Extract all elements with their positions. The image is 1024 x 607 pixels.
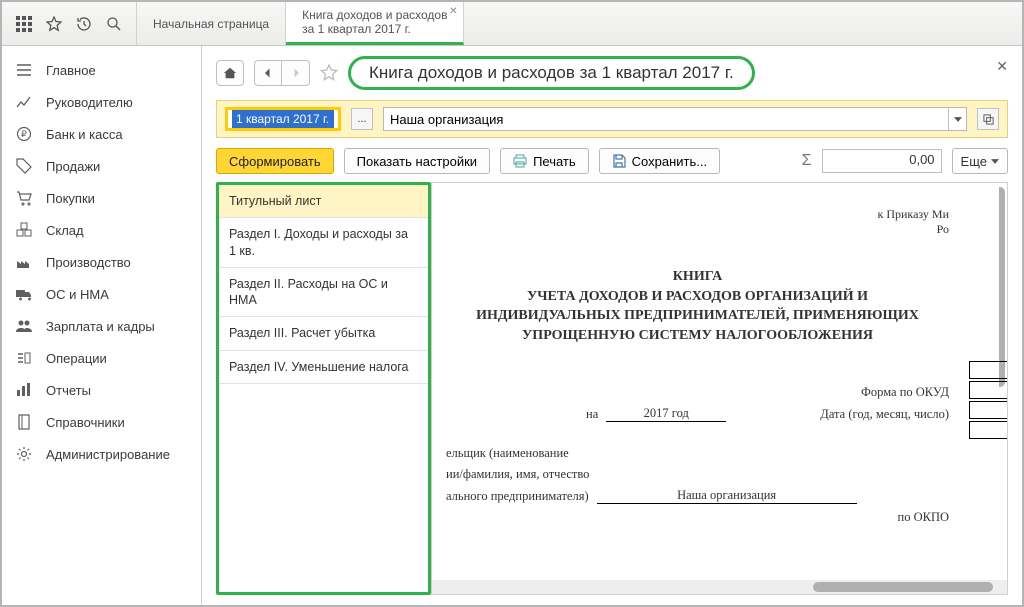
form-codes-table bbox=[967, 359, 1007, 441]
period-input[interactable] bbox=[232, 110, 334, 128]
people-icon bbox=[16, 318, 32, 334]
forward-button[interactable] bbox=[282, 60, 310, 86]
sum-display: 0,00 bbox=[822, 149, 942, 173]
doc-header-r1: к Приказу Ми bbox=[446, 207, 949, 222]
org-value: Наша организация bbox=[597, 488, 857, 504]
date-label: Дата (год, месяц, число) bbox=[820, 407, 949, 422]
nav-operations[interactable]: Операции bbox=[2, 342, 201, 374]
home-button[interactable] bbox=[216, 60, 244, 86]
main-area: Книга доходов и расходов за 1 квартал 20… bbox=[202, 46, 1022, 605]
organization-input[interactable] bbox=[384, 112, 948, 127]
page-title: Книга доходов и расходов за 1 квартал 20… bbox=[348, 56, 755, 90]
printer-icon bbox=[513, 154, 527, 168]
doc-title-l4: УПРОЩЕННУЮ СИСТЕМУ НАЛОГООБЛОЖЕНИЯ bbox=[446, 326, 949, 346]
top-toolbar: Начальная страница Книга доходов и расхо… bbox=[2, 2, 1022, 46]
horizontal-scrollbar[interactable] bbox=[432, 580, 1007, 594]
year-value: 2017 год bbox=[606, 406, 726, 422]
payer-l3: ального предпринимателя) bbox=[446, 489, 589, 504]
back-button[interactable] bbox=[254, 60, 282, 86]
diskette-icon bbox=[612, 154, 626, 168]
organization-field bbox=[383, 107, 967, 131]
report-toolbar: Сформировать Показать настройки Печать С… bbox=[202, 138, 1022, 182]
nav-salary[interactable]: Зарплата и кадры bbox=[2, 310, 201, 342]
generate-button[interactable]: Сформировать bbox=[216, 148, 334, 174]
nav-purchases[interactable]: Покупки bbox=[2, 182, 201, 214]
factory-icon bbox=[16, 254, 32, 270]
tab-report-line1: Книга доходов и расходов bbox=[302, 8, 447, 22]
okud-label: Форма по ОКУД bbox=[861, 385, 949, 400]
chart-icon bbox=[16, 94, 32, 110]
nav-sales[interactable]: Продажи bbox=[2, 150, 201, 182]
show-settings-button[interactable]: Показать настройки bbox=[344, 148, 490, 174]
gear-icon bbox=[16, 446, 32, 462]
organization-dropdown[interactable] bbox=[948, 108, 966, 130]
print-button[interactable]: Печать bbox=[500, 148, 589, 174]
save-button[interactable]: Сохранить... bbox=[599, 148, 720, 174]
nav-production[interactable]: Производство bbox=[2, 246, 201, 278]
operations-icon bbox=[16, 350, 32, 366]
doc-header-r2: Ро bbox=[446, 222, 949, 237]
menu-icon bbox=[16, 62, 32, 78]
nav-manager[interactable]: Руководителю bbox=[2, 86, 201, 118]
history-icon[interactable] bbox=[76, 16, 92, 32]
favorite-icon[interactable] bbox=[320, 64, 338, 82]
boxes-icon bbox=[16, 222, 32, 238]
tab-close-button[interactable]: ✕ bbox=[449, 6, 457, 17]
sigma-icon: Σ bbox=[802, 152, 812, 170]
payer-l1: ельщик (наименование bbox=[446, 446, 569, 461]
tab-report-line2: за 1 квартал 2017 г. bbox=[302, 22, 447, 36]
cart-icon bbox=[16, 190, 32, 206]
okpo-label: по ОКПО bbox=[898, 510, 949, 525]
section-4[interactable]: Раздел IV. Уменьшение налога bbox=[219, 351, 428, 384]
period-picker-button[interactable]: ... bbox=[351, 108, 373, 130]
svg-text:₽: ₽ bbox=[21, 129, 27, 139]
tab-home-label: Начальная страница bbox=[153, 17, 269, 31]
more-button[interactable]: Еще bbox=[952, 148, 1008, 174]
close-button[interactable]: ✕ bbox=[996, 58, 1008, 75]
section-3[interactable]: Раздел III. Расчет убытка bbox=[219, 317, 428, 350]
nav-admin[interactable]: Администрирование bbox=[2, 438, 201, 470]
apps-icon[interactable] bbox=[16, 16, 32, 32]
tag-icon bbox=[16, 158, 32, 174]
nav-main[interactable]: Главное bbox=[2, 54, 201, 86]
doc-title-l2: УЧЕТА ДОХОДОВ И РАСХОДОВ ОРГАНИЗАЦИЙ И bbox=[446, 287, 949, 307]
nav-reports[interactable]: Отчеты bbox=[2, 374, 201, 406]
search-icon[interactable] bbox=[106, 16, 122, 32]
nav-warehouse[interactable]: Склад bbox=[2, 214, 201, 246]
section-title-page[interactable]: Титульный лист bbox=[219, 185, 428, 218]
tab-report[interactable]: Книга доходов и расходов за 1 квартал 20… bbox=[286, 2, 464, 45]
period-field-wrapper bbox=[225, 107, 341, 131]
nav-assets[interactable]: ОС и НМА bbox=[2, 278, 201, 310]
ruble-icon: ₽ bbox=[16, 126, 32, 142]
truck-icon bbox=[16, 286, 32, 302]
tab-home[interactable]: Начальная страница bbox=[137, 2, 286, 45]
payer-l2: ии/фамилия, имя, отчество bbox=[446, 467, 589, 482]
section-2[interactable]: Раздел II. Расходы на ОС и НМА bbox=[219, 268, 428, 318]
star-icon[interactable] bbox=[46, 16, 62, 32]
section-1[interactable]: Раздел I. Доходы и расходы за 1 кв. bbox=[219, 218, 428, 268]
nav-bank[interactable]: ₽Банк и касса bbox=[2, 118, 201, 150]
year-prefix: на bbox=[586, 407, 598, 422]
filter-bar: ... bbox=[216, 100, 1008, 138]
nav-directories[interactable]: Справочники bbox=[2, 406, 201, 438]
doc-title-l1: КНИГА bbox=[446, 267, 949, 287]
sections-list: Титульный лист Раздел I. Доходы и расход… bbox=[216, 182, 431, 595]
bars-icon bbox=[16, 382, 32, 398]
doc-title-l3: ИНДИВИДУАЛЬНЫХ ПРЕДПРИНИМАТЕЛЕЙ, ПРИМЕНЯ… bbox=[446, 306, 949, 326]
sidebar: Главное Руководителю ₽Банк и касса Прода… bbox=[2, 46, 202, 605]
book-icon bbox=[16, 414, 32, 430]
organization-open-button[interactable] bbox=[977, 108, 999, 130]
document-viewport: к Приказу Ми Ро КНИГА УЧЕТА ДОХОДОВ И РА… bbox=[431, 182, 1008, 595]
